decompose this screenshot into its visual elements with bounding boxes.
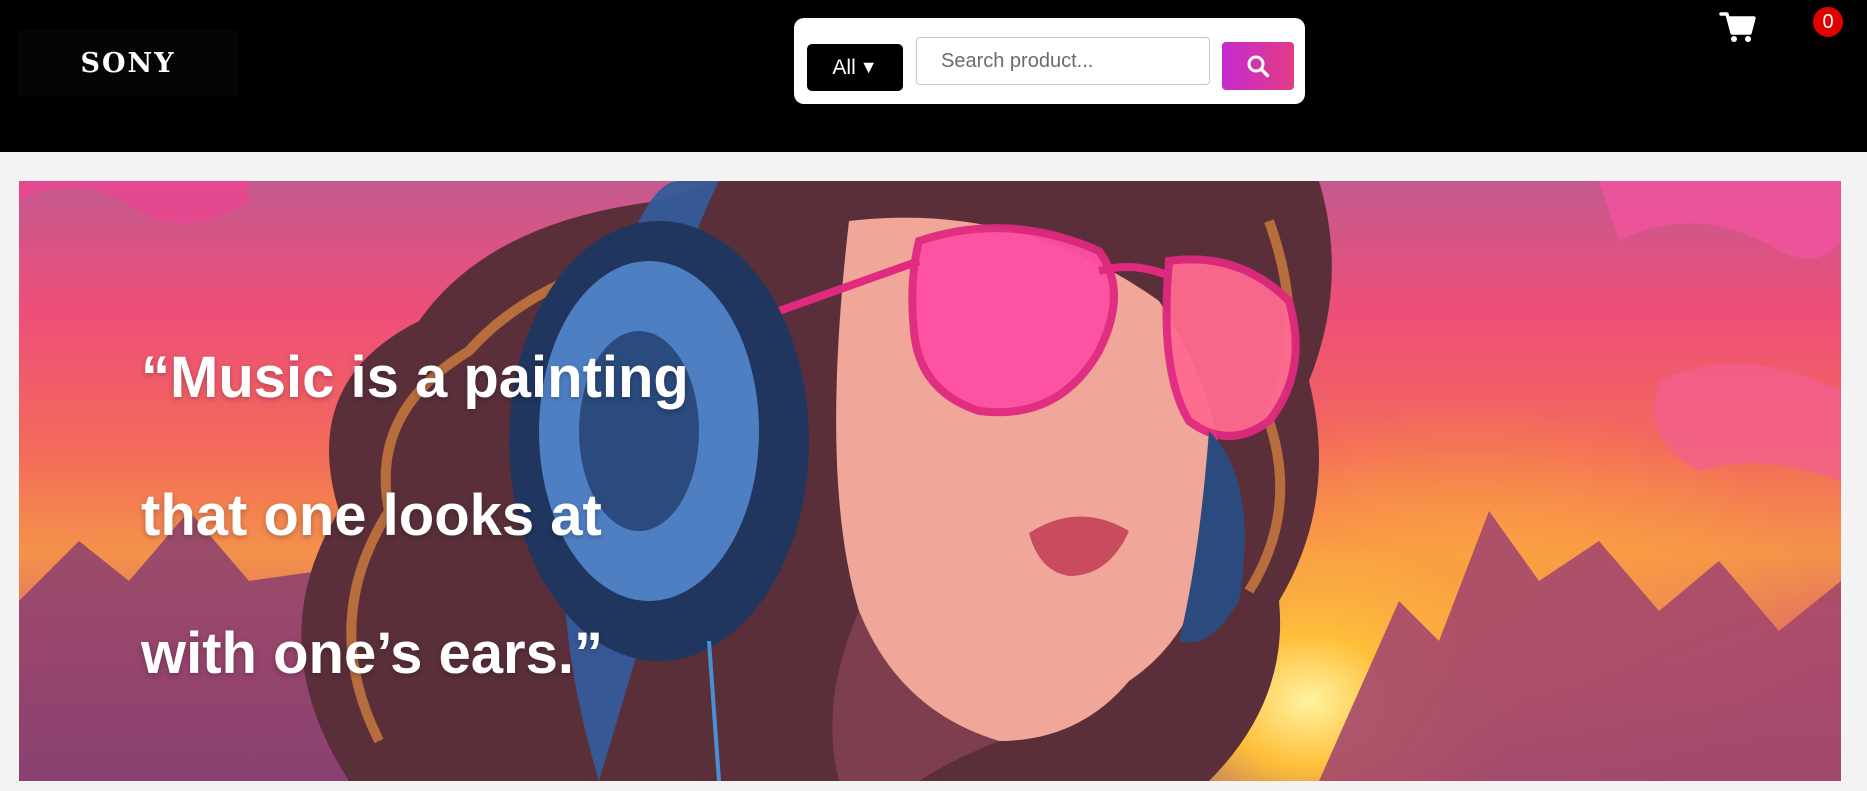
hero-quote-line: “Music is a painting — [141, 345, 689, 410]
brand-logo[interactable]: SONY — [18, 30, 238, 96]
category-select-label: All — [832, 55, 856, 79]
cart-button[interactable] — [1718, 6, 1758, 46]
hero-quote-line: that one looks at — [141, 483, 602, 548]
category-select-button[interactable]: All ▼ — [807, 44, 903, 91]
search-button[interactable] — [1222, 42, 1294, 90]
search-panel: All ▼ — [794, 18, 1305, 104]
cart-icon — [1719, 12, 1756, 42]
hero-banner: “Music is a painting that one looks at w… — [19, 181, 1841, 781]
site-header: SONY All ▼ 0 — [0, 0, 1867, 152]
cloud-right — [1599, 181, 1841, 259]
search-icon — [1247, 55, 1270, 78]
mountains-right — [1319, 511, 1841, 781]
sunglasses-right-lens — [1162, 255, 1300, 440]
brand-logo-text: SONY — [80, 47, 176, 79]
chevron-down-icon: ▼ — [859, 57, 878, 77]
cloud-right-2 — [1654, 363, 1841, 481]
hero-quote: “Music is a painting that one looks at w… — [141, 274, 761, 757]
cloud-left — [19, 181, 249, 224]
cart-count-badge: 0 — [1813, 7, 1843, 37]
hero-quote-line: with one’s ears.” — [141, 621, 603, 686]
search-input[interactable] — [916, 37, 1210, 85]
